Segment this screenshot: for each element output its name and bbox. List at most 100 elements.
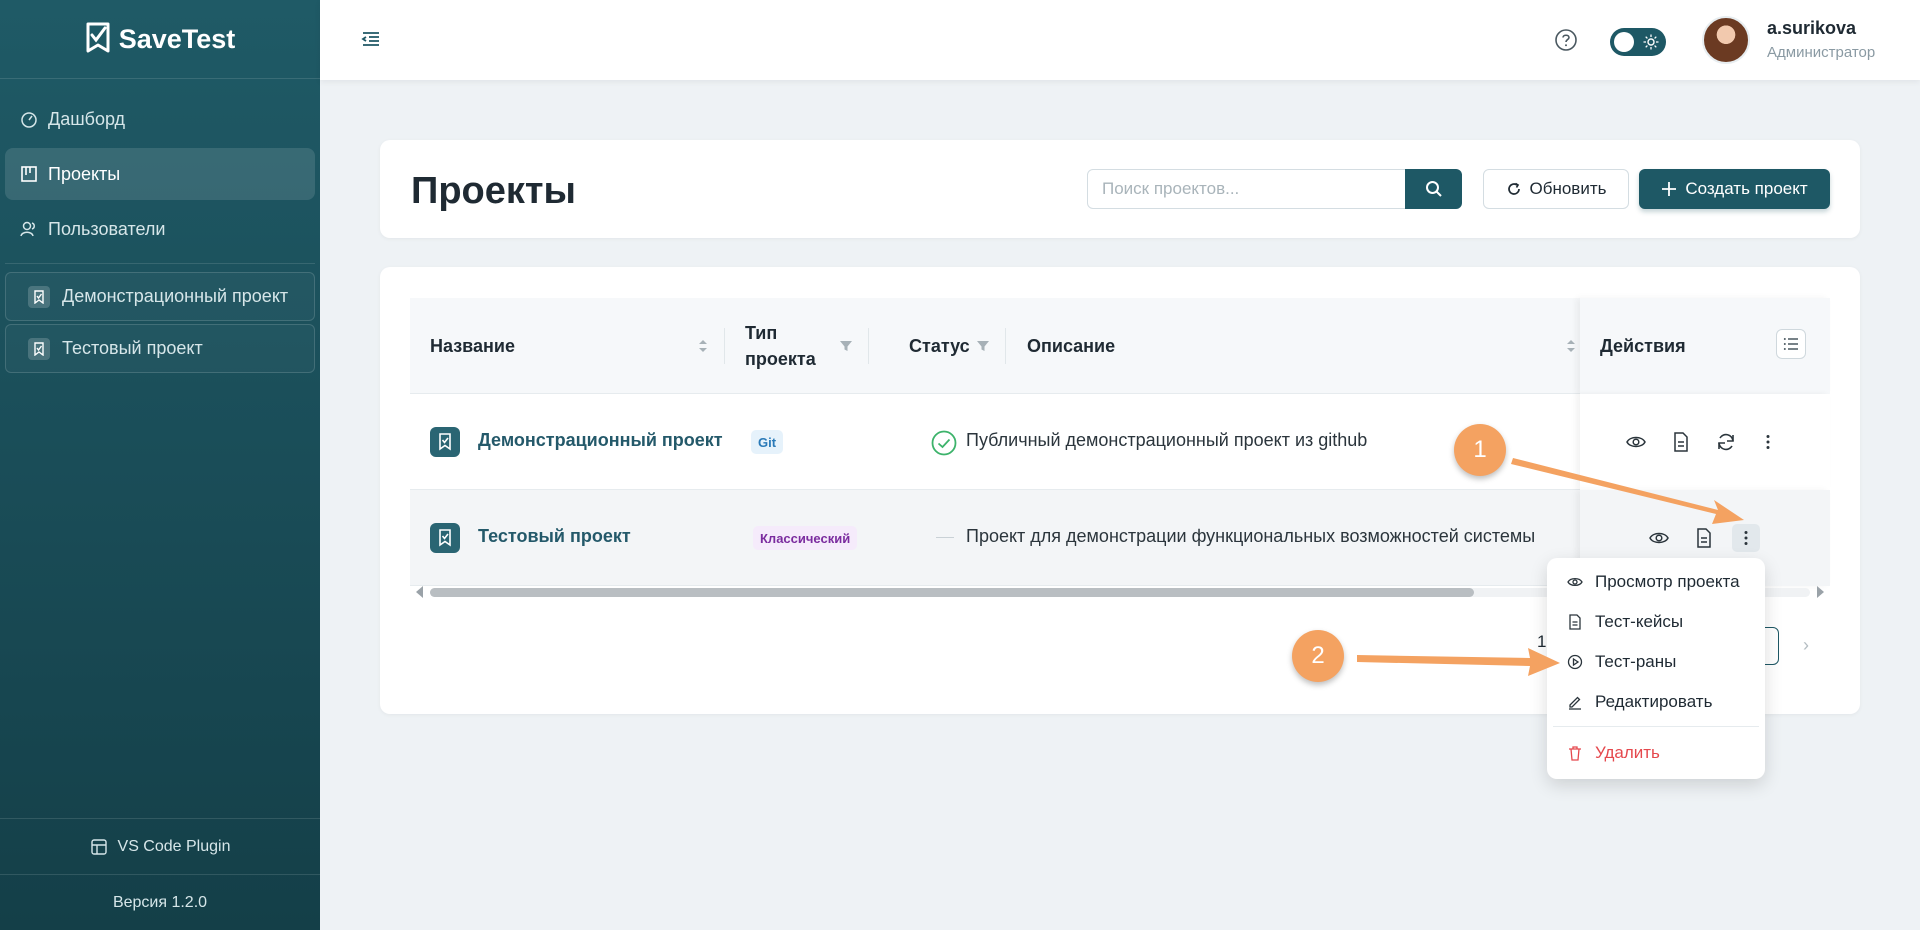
column-divider: [1005, 328, 1006, 364]
sort-icon[interactable]: [1564, 338, 1578, 354]
column-header-description[interactable]: Описание: [1027, 298, 1115, 394]
sidebar-project-label: Демонстрационный проект: [62, 286, 289, 306]
play-circle-icon: [1567, 654, 1583, 670]
eye-icon[interactable]: [1648, 527, 1670, 549]
menu-item-edit[interactable]: Редактировать: [1547, 682, 1765, 722]
menu-item-test-cases[interactable]: Тест-кейсы: [1547, 602, 1765, 642]
brand-name: SaveTest: [118, 23, 236, 54]
theme-toggle[interactable]: [1610, 28, 1666, 56]
sidebar-item-dashboard[interactable]: Дашборд: [5, 93, 315, 145]
project-name-link[interactable]: Тестовый проект: [478, 526, 631, 547]
vscode-plugin-link[interactable]: VS Code Plugin: [0, 818, 320, 874]
sidebar-nav: Дашборд Проекты Пользователи Демонстраци…: [0, 79, 320, 373]
page-header-card: Проекты Обновить Создать проект: [380, 140, 1860, 238]
more-actions-button[interactable]: [1754, 428, 1782, 456]
menu-item-label: Удалить: [1595, 743, 1660, 762]
more-vertical-icon: [1766, 435, 1770, 449]
scroll-left-icon[interactable]: [416, 586, 423, 598]
menu-item-view-project[interactable]: Просмотр проекта: [1547, 562, 1765, 602]
check-circle-icon: [931, 430, 957, 456]
plus-icon: [1662, 182, 1677, 196]
top-header: a.surikova Администратор: [320, 0, 1920, 80]
project-description: Публичный демонстрационный проект из git…: [966, 430, 1368, 450]
projects-icon: [21, 166, 37, 182]
refresh-button[interactable]: Обновить: [1483, 169, 1629, 209]
table-header: Название Тип проекта Статус Описание Дей…: [410, 298, 1830, 394]
project-type-badge: Классический: [753, 526, 858, 550]
menu-item-label: Просмотр проекта: [1595, 572, 1740, 591]
chevron-right-icon[interactable]: ›: [1803, 635, 1809, 656]
sidebar-item-label: Проекты: [48, 163, 121, 184]
list-icon: [1783, 338, 1798, 350]
menu-item-label: Тест-кейсы: [1595, 612, 1684, 631]
edit-icon: [1569, 696, 1581, 710]
menu-item-label: Редактировать: [1595, 692, 1713, 711]
create-label: Создать проект: [1685, 179, 1808, 198]
eye-icon[interactable]: [1625, 431, 1647, 453]
document-icon[interactable]: [1693, 527, 1715, 549]
brand[interactable]: SaveTest: [0, 0, 320, 79]
column-header-name[interactable]: Название: [430, 298, 515, 394]
menu-item-delete[interactable]: Удалить: [1547, 733, 1765, 773]
avatar[interactable]: [1702, 16, 1750, 64]
project-name-link[interactable]: Демонстрационный проект: [478, 430, 723, 451]
refresh-label: Обновить: [1529, 179, 1607, 198]
sidebar-item-label: Пользователи: [48, 218, 166, 239]
refresh-icon: [1507, 182, 1520, 195]
filter-icon[interactable]: [839, 338, 853, 354]
help-icon[interactable]: [1554, 28, 1578, 52]
more-vertical-icon: [1744, 531, 1748, 545]
sidebar-item-projects[interactable]: Проекты: [5, 148, 315, 200]
project-icon: [430, 523, 460, 553]
create-project-button[interactable]: Создать проект: [1639, 169, 1830, 209]
sidebar-project-demo[interactable]: Демонстрационный проект: [5, 272, 315, 321]
divider: [1553, 726, 1759, 727]
dashboard-icon: [21, 112, 37, 128]
page-title: Проекты: [411, 170, 576, 212]
column-header-status[interactable]: Статус: [909, 298, 970, 394]
search-icon: [1425, 181, 1442, 197]
column-header-actions: Действия: [1600, 335, 1686, 356]
menu-item-test-runs[interactable]: Тест-раны: [1547, 642, 1765, 682]
logo-icon: [86, 22, 110, 53]
scroll-right-icon[interactable]: [1817, 586, 1824, 598]
version-label: Версия 1.2.0: [112, 893, 208, 911]
sidebar: SaveTest Дашборд Проекты Пользователи Де…: [0, 0, 320, 930]
sidebar-footer: VS Code Plugin Версия 1.2.0: [0, 818, 320, 930]
sort-icon[interactable]: [696, 338, 710, 354]
column-settings-button[interactable]: [1776, 329, 1806, 359]
sync-icon[interactable]: [1715, 431, 1737, 453]
filter-icon[interactable]: [976, 338, 990, 354]
search-input[interactable]: [1087, 169, 1407, 209]
divider: [5, 263, 315, 264]
project-icon: [28, 337, 50, 360]
column-header-type[interactable]: Тип проекта: [745, 298, 825, 394]
scroll-thumb[interactable]: [430, 588, 1474, 597]
sidebar-project-label: Тестовый проект: [62, 338, 203, 358]
plugin-icon: [90, 838, 107, 855]
status-empty: [936, 537, 954, 538]
project-type-badge: Git: [751, 430, 784, 454]
eye-icon: [1567, 577, 1583, 587]
document-icon: [1569, 614, 1581, 630]
user-name[interactable]: a.surikova: [1767, 18, 1856, 39]
sidebar-item-users[interactable]: Пользователи: [5, 203, 315, 255]
project-description: Проект для демонстрации функциональных в…: [966, 526, 1536, 546]
actions-dropdown: Просмотр проекта Тест-кейсы Тест-раны Ре…: [1547, 558, 1765, 779]
column-divider: [724, 328, 725, 364]
document-icon[interactable]: [1670, 431, 1692, 453]
pagination-current[interactable]: 1: [1537, 632, 1546, 652]
callout-marker-1: 1: [1454, 424, 1506, 476]
plugin-label: VS Code Plugin: [117, 837, 231, 855]
more-actions-button[interactable]: [1732, 524, 1760, 552]
menu-collapse-icon[interactable]: [360, 28, 382, 50]
table-row[interactable]: Демонстрационный проект Git Публичный де…: [410, 394, 1830, 490]
callout-marker-2: 2: [1292, 630, 1344, 682]
actions-header-cell: Действия: [1580, 298, 1830, 394]
sidebar-project-test[interactable]: Тестовый проект: [5, 324, 315, 373]
sun-icon: [1643, 34, 1659, 50]
user-role: Администратор: [1767, 44, 1876, 61]
version-info: Версия 1.2.0: [0, 874, 320, 930]
search-button[interactable]: [1405, 169, 1462, 209]
project-icon: [28, 285, 50, 308]
